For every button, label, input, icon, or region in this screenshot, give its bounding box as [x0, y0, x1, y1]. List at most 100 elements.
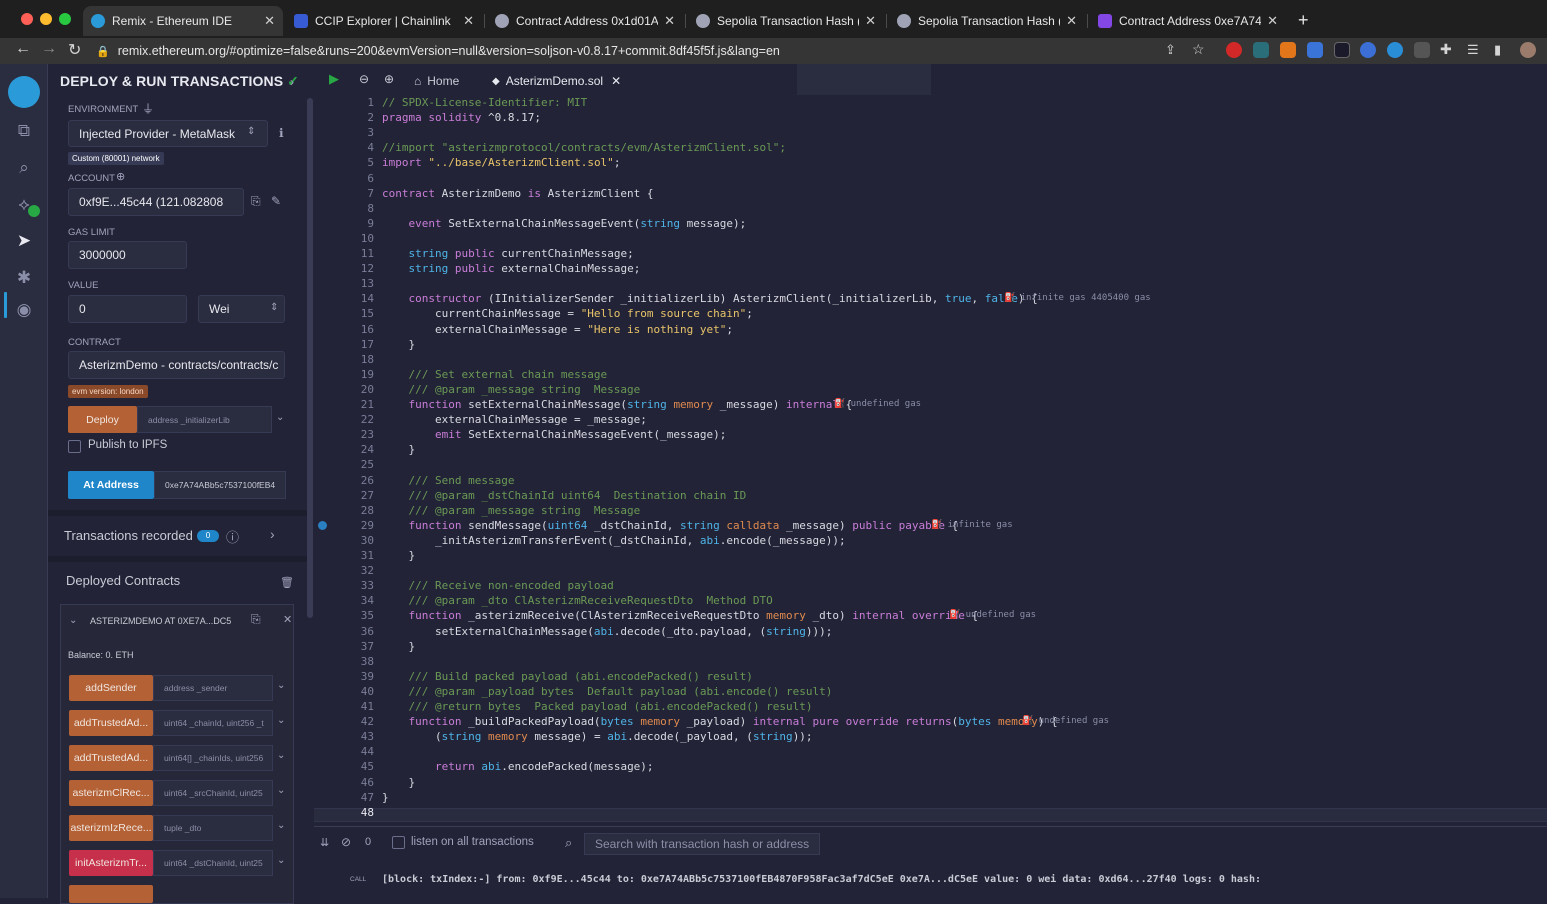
tab-home[interactable]: ⌂ Home — [414, 74, 459, 88]
vpn-icon[interactable] — [1360, 42, 1376, 58]
adblock-icon[interactable] — [1226, 42, 1242, 58]
fn-asterizmclreceive-button[interactable]: asterizmClRec... — [69, 780, 153, 806]
new-tab-button[interactable]: + — [1298, 10, 1309, 31]
account-select[interactable]: 0xf9E...45c44 (121.082808 — [68, 188, 244, 216]
zoom-out-icon[interactable]: ⊖ — [359, 72, 369, 86]
avatar[interactable] — [1520, 42, 1536, 58]
transactions-recorded-row[interactable]: Transactions recorded 0 ⓘ › — [64, 526, 294, 548]
chevron-down-icon[interactable]: ⌄ — [277, 680, 285, 691]
chevron-down-icon[interactable]: ⌄ — [277, 750, 285, 761]
at-address-button[interactable]: At Address — [68, 471, 154, 499]
side-panel-scrollbar[interactable] — [307, 98, 313, 618]
sidebar-icon[interactable]: ▮ — [1494, 42, 1501, 58]
browser-tab-sepolia-2[interactable]: Sepolia Transaction Hash (Txha... ✕ — [889, 6, 1085, 36]
chevron-down-icon[interactable]: ⌄ — [69, 615, 77, 626]
breakpoint-marker[interactable] — [318, 521, 327, 530]
remix-logo-icon[interactable] — [8, 76, 40, 108]
edit-icon[interactable]: ✎ — [271, 194, 281, 208]
collapse-terminal-icon[interactable]: ⇊ — [320, 836, 329, 849]
bookmark-star-icon[interactable]: ☆ — [1192, 41, 1205, 58]
debugger-icon[interactable]: ✱ — [13, 267, 35, 289]
at-address-input[interactable]: 0xe7A74ABb5c7537100fEB4 — [154, 471, 286, 499]
chevron-down-icon[interactable]: ⌄ — [276, 412, 284, 423]
extension-icon[interactable] — [1334, 42, 1350, 58]
code-line: } — [382, 337, 416, 351]
puzzle-icon[interactable]: ✚ — [1440, 41, 1452, 58]
fn-initasterizm-input[interactable]: uint64 _dstChainId, uint25 — [153, 850, 273, 876]
tx-log-line[interactable]: [block: txIndex:-] from: 0xf9E...45c44 t… — [382, 874, 1261, 885]
browser-tab-ccip[interactable]: CCIP Explorer | Chainlink ✕ — [286, 6, 482, 36]
fn-asterizmclreceive-input[interactable]: uint64 _srcChainId, uint25 — [153, 780, 273, 806]
chevron-down-icon[interactable]: ⌄ — [277, 715, 285, 726]
info-icon[interactable]: ℹ — [279, 126, 284, 140]
chevron-right-icon[interactable]: › — [270, 526, 275, 542]
chevron-down-icon[interactable]: ⌄ — [277, 820, 285, 831]
run-script-icon[interactable]: ▶ — [329, 71, 339, 87]
search-icon[interactable]: ⌕ — [13, 157, 35, 179]
metamask-icon[interactable] — [1280, 42, 1296, 58]
fn-addsender-button[interactable]: addSender — [69, 675, 153, 701]
reading-list-icon[interactable]: ☰ — [1467, 42, 1479, 58]
chevron-down-icon[interactable]: ⌄ — [277, 855, 285, 866]
close-tab-icon[interactable]: ✕ — [463, 13, 474, 29]
contract-select[interactable]: AsterizmDemo - contracts/contracts/c — [68, 351, 285, 379]
zoom-in-icon[interactable]: ⊕ — [384, 72, 394, 86]
terminal-search-input[interactable]: Search with transaction hash or address — [584, 833, 820, 855]
fn-addtrusted-input[interactable]: uint64 _chainId, uint256 _t — [153, 710, 273, 736]
file-explorer-icon[interactable]: ⧉ — [13, 120, 35, 142]
fn-asterizmizreceive-input[interactable]: tuple _dto — [153, 815, 273, 841]
close-tab-icon[interactable]: ✕ — [664, 13, 675, 29]
vpn-icon[interactable] — [1387, 42, 1403, 58]
fn-addsender-input[interactable]: address _sender — [153, 675, 273, 701]
extension-icon[interactable] — [1253, 42, 1269, 58]
extension-icon[interactable] — [1307, 42, 1323, 58]
gas-estimate-hint: ⛽ undefined gas — [1022, 716, 1110, 727]
publish-ipfs-checkbox[interactable] — [68, 440, 81, 453]
deploy-button[interactable]: Deploy — [68, 406, 137, 433]
close-tab-icon[interactable]: ✕ — [865, 13, 876, 29]
close-tab-icon[interactable]: ✕ — [1267, 13, 1278, 29]
browser-tab-contract-2[interactable]: Contract Address 0xe7A74ABb... ✕ — [1090, 6, 1286, 36]
fn-addtrusted-multi-button[interactable]: addTrustedAd... — [69, 745, 153, 771]
close-icon[interactable]: ✕ — [283, 613, 292, 626]
info-icon[interactable]: ⓘ — [226, 527, 239, 546]
deploy-args-input[interactable]: address _initializerLib — [137, 406, 272, 433]
line-number: 6 — [367, 171, 374, 185]
forward-arrow-icon[interactable]: → — [41, 40, 57, 58]
chevron-right-icon[interactable]: › — [290, 75, 294, 89]
close-tab-icon[interactable]: ✕ — [1066, 13, 1077, 29]
deploy-run-icon[interactable]: ➤ — [13, 230, 35, 252]
code-editor[interactable]: 1 // SPDX-License-Identifier: MIT 2 pragma … — [314, 95, 1547, 823]
back-arrow-icon[interactable]: ← — [15, 40, 31, 58]
browser-tab-sepolia-1[interactable]: Sepolia Transaction Hash (Txha... ✕ — [688, 6, 884, 36]
trash-icon[interactable]: 🗑 — [280, 576, 294, 589]
url-field[interactable]: 🔒 remix.ethereum.org/#optimize=false&run… — [96, 41, 1212, 61]
fn-initasterizm-button[interactable]: initAsterizmTr... — [69, 850, 153, 876]
fn-more-button[interactable] — [69, 885, 153, 903]
etherscan-icon — [495, 14, 509, 28]
browser-tab-contract-1[interactable]: Contract Address 0x1d01A174... ✕ — [487, 6, 683, 36]
chevron-down-icon[interactable]: ⌄ — [277, 785, 285, 796]
fn-addtrusted-button[interactable]: addTrustedAd... — [69, 710, 153, 736]
gas-limit-input[interactable]: 3000000 — [68, 241, 187, 269]
close-window-button[interactable] — [21, 13, 33, 25]
fn-asterizmizreceive-button[interactable]: asterizmIzRece... — [69, 815, 153, 841]
pen-icon[interactable] — [1414, 42, 1430, 58]
browser-tab-remix[interactable]: Remix - Ethereum IDE ✕ — [83, 6, 283, 36]
plus-circle-icon[interactable]: ⊕ — [116, 170, 125, 183]
value-input[interactable]: 0 — [68, 295, 187, 323]
minimize-window-button[interactable] — [40, 13, 52, 25]
share-icon[interactable]: ⇪ — [1165, 42, 1176, 58]
fn-addtrusted-multi-input[interactable]: uint64[] _chainIds, uint256 — [153, 745, 273, 771]
environment-select[interactable]: Injected Provider - MetaMask — [68, 120, 268, 147]
tab-asterizmdemo-sol[interactable]: ◆ AsterizmDemo.sol ✕ — [492, 74, 621, 88]
listen-checkbox[interactable] — [392, 836, 405, 849]
plugin-icon[interactable]: ◉ — [13, 299, 35, 321]
reload-icon[interactable]: ↻ — [68, 40, 81, 60]
close-tab-icon[interactable]: ✕ — [611, 74, 621, 88]
copy-icon[interactable]: ⎘ — [251, 194, 261, 209]
copy-icon[interactable]: ⎘ — [251, 612, 261, 627]
close-tab-icon[interactable]: ✕ — [264, 13, 275, 29]
clear-console-icon[interactable]: ⊘ — [341, 835, 351, 849]
maximize-window-button[interactable] — [59, 13, 71, 25]
